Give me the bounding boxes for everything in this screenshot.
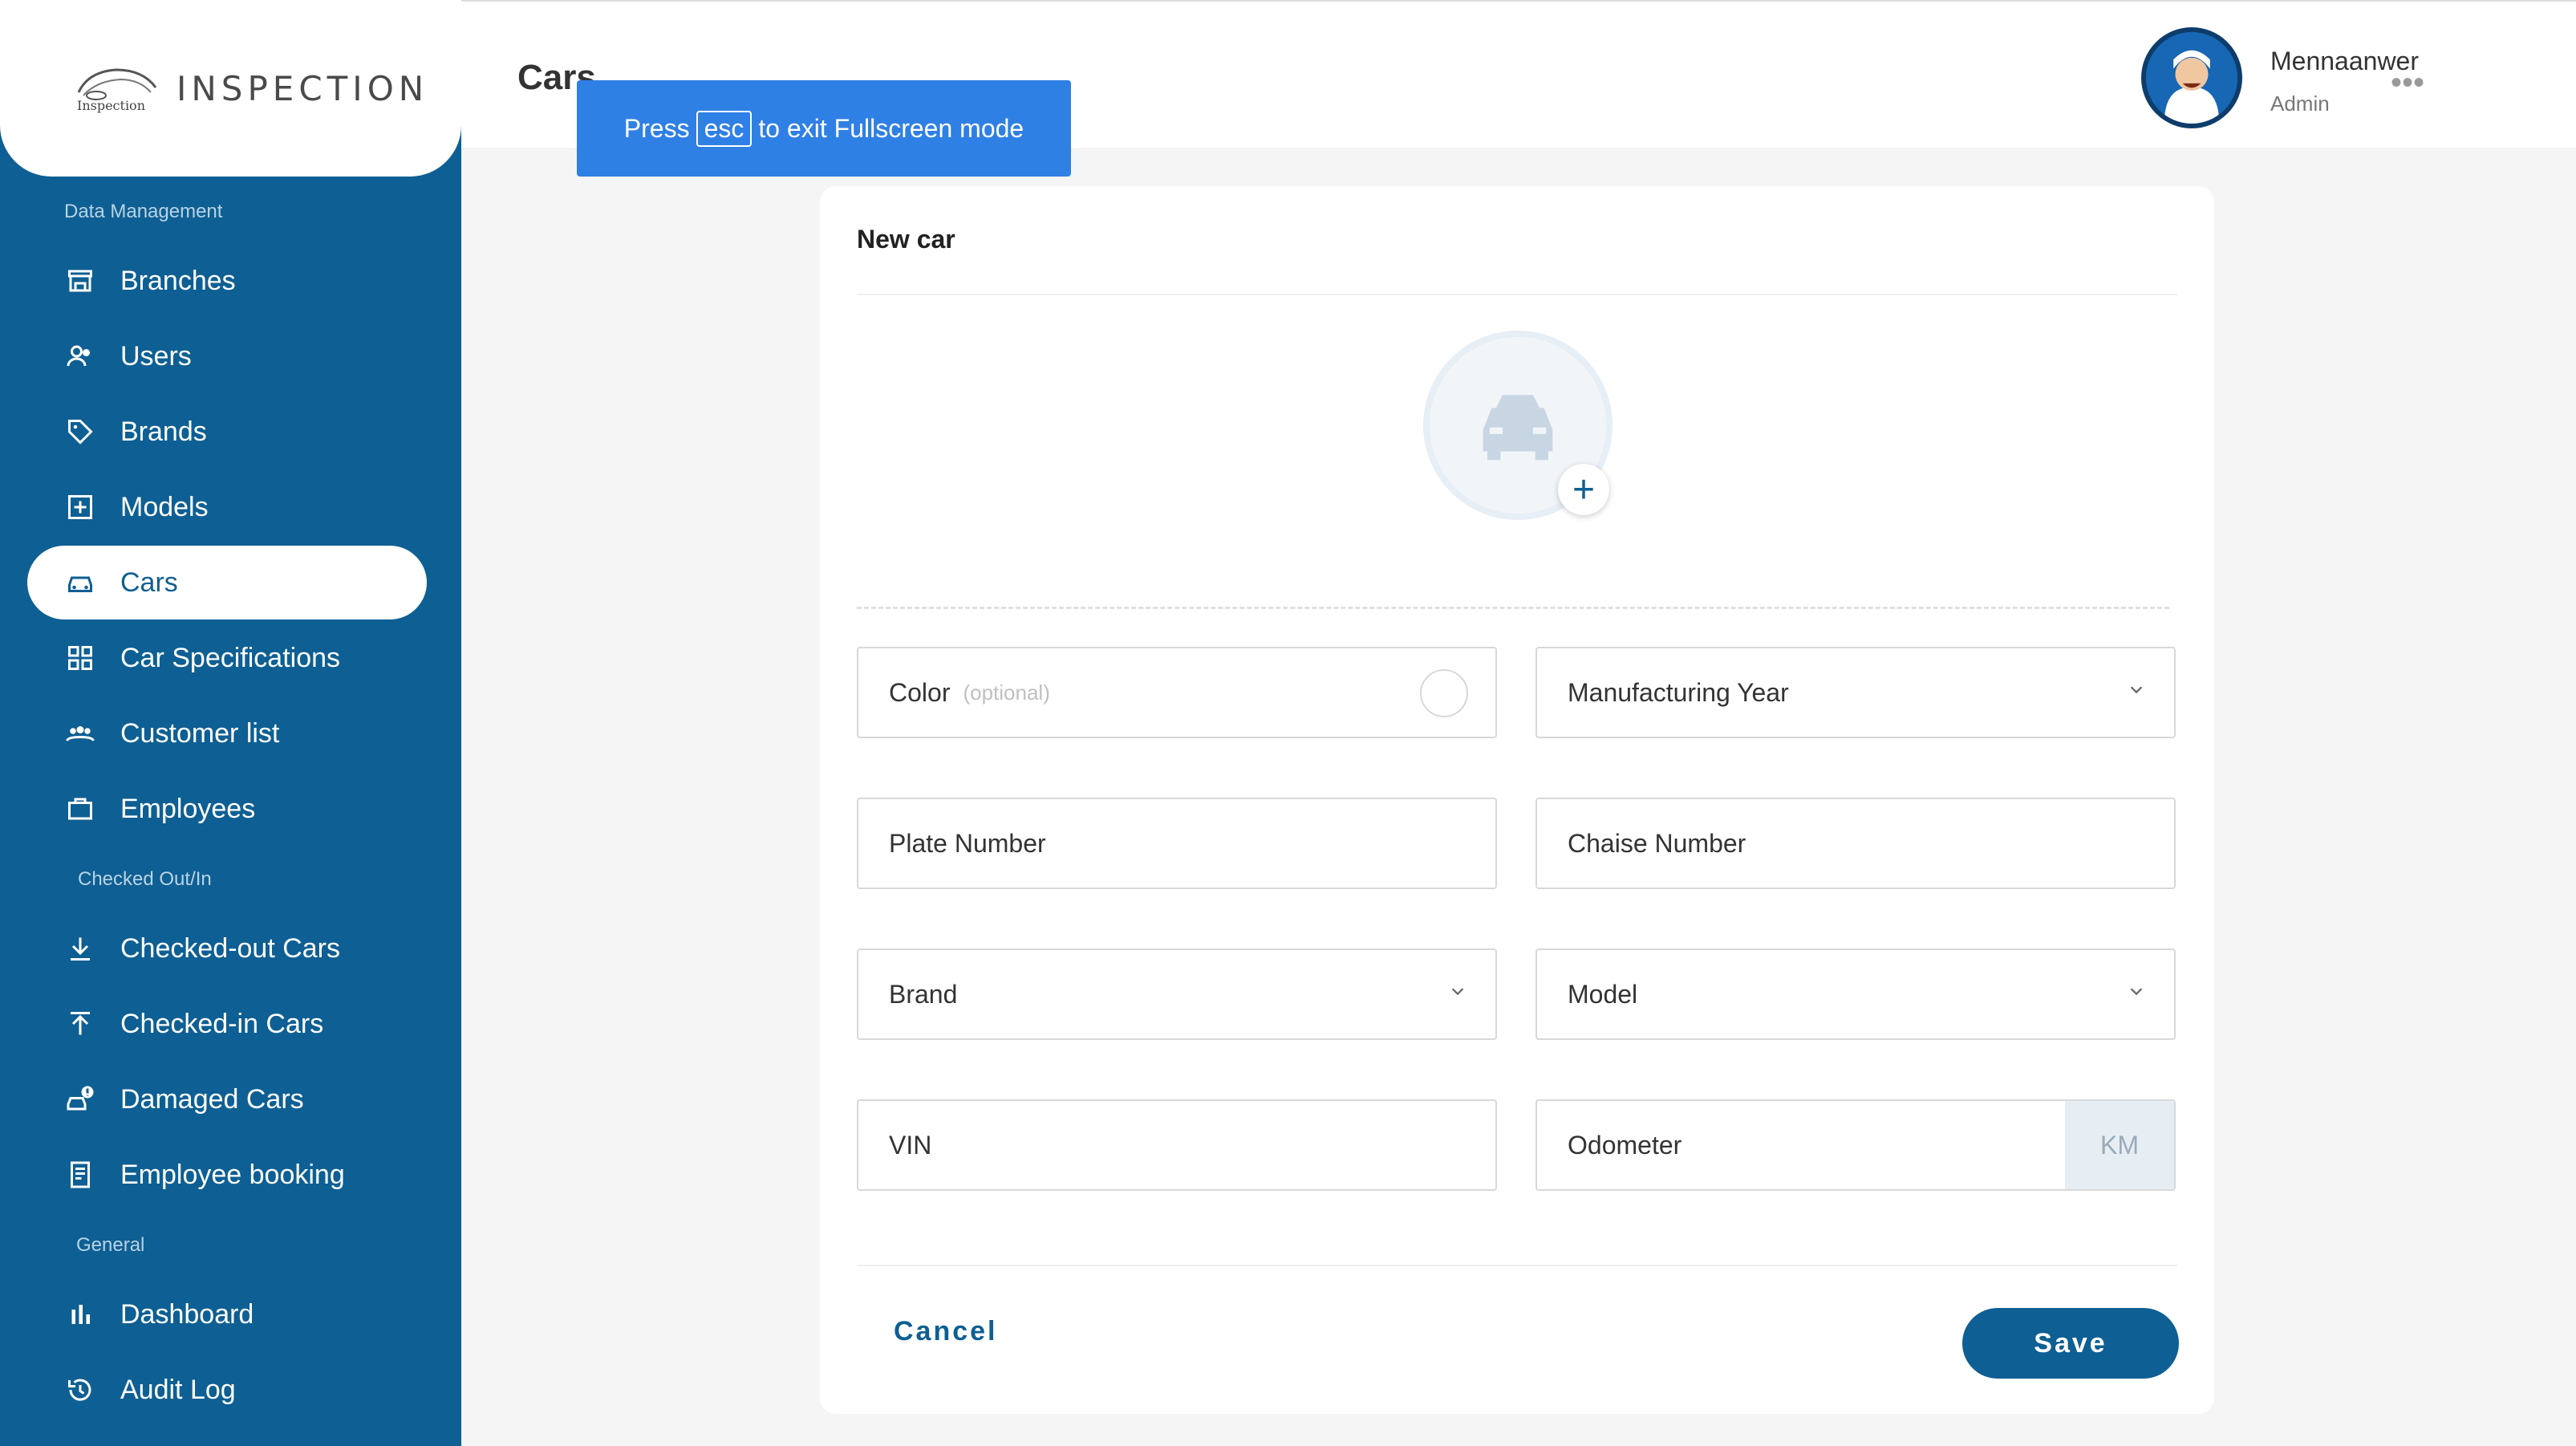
damaged-car-icon [64,1083,96,1115]
plate-number-placeholder: Plate Number [889,828,1046,858]
sidebar-item-branches[interactable]: Branches [27,244,427,318]
store-icon [64,265,96,297]
sidebar-item-checked-in-cars[interactable]: Checked-in Cars [27,987,427,1061]
grid-icon [64,642,96,674]
toast-text-before: Press [623,113,690,143]
section-checked: Checked Out/In [78,868,212,890]
plate-number-input[interactable]: Plate Number [857,798,1497,889]
color-field[interactable]: Color (optional) [857,647,1497,738]
sidebar-item-damaged-cars[interactable]: Damaged Cars [27,1062,427,1136]
toast-key: esc [696,110,753,147]
vin-placeholder: VIN [889,1130,932,1160]
sidebar-item-label: Brands [120,416,207,447]
sidebar-item-checked-out-cars[interactable]: Checked-out Cars [27,912,427,985]
sidebar-item-models[interactable]: Models [27,470,427,544]
sidebar-item-brands[interactable]: Brands [27,395,427,469]
odometer-input[interactable]: Odometer KM [1535,1099,2176,1191]
more-options-button[interactable]: ••• [2383,63,2432,103]
section-general: General [76,1234,145,1256]
sidebar-item-label: Car Specifications [120,642,341,673]
cancel-button[interactable]: Cancel [894,1316,998,1347]
sidebar-item-label: Users [120,340,192,372]
tag-icon [64,416,96,448]
sidebar-item-label: Damaged Cars [120,1083,304,1115]
users-icon [64,340,96,372]
history-icon [64,1374,96,1406]
user-role: Admin [2270,91,2330,116]
sidebar-item-customer-list[interactable]: Customer list [27,697,427,770]
add-image-button[interactable]: + [1558,464,1609,515]
toast-text-after: to exit Fullscreen mode [758,113,1024,143]
brand-select[interactable]: Brand [857,948,1497,1040]
sidebar-item-label: Branches [120,265,236,296]
sidebar-item-cars[interactable]: Cars [27,546,427,619]
sidebar-item-label: Employee booking [120,1159,345,1190]
dashed-divider [857,607,2169,609]
car-icon [64,567,96,599]
manufacturing-year-placeholder: Manufacturing Year [1568,677,1789,707]
sidebar-item-label: Customer list [120,717,280,749]
odometer-unit: KM [2065,1101,2174,1189]
brand-placeholder: Brand [889,979,958,1009]
sidebar-item-audit-log[interactable]: Audit Log [27,1353,427,1427]
sidebar-item-label: Checked-in Cars [120,1008,324,1039]
briefcase-icon [64,793,96,825]
sidebar-item-label: Models [120,491,209,522]
footer-divider [857,1265,2177,1266]
download-icon [64,932,96,965]
fullscreen-toast: Press esc to exit Fullscreen mode [577,80,1071,177]
logo-card: Inspection INSPECTION [0,0,461,177]
svg-text:Inspection: Inspection [77,98,145,113]
model-icon [64,491,96,523]
sidebar-item-label: Employees [120,793,256,824]
chevron-down-icon [2130,988,2143,996]
color-label: Color [889,677,951,707]
sidebar-item-label: Cars [120,567,178,598]
form-title: New car [857,225,955,254]
chevron-down-icon [2130,686,2143,694]
logo-text: INSPECTION [176,68,429,108]
bar-chart-icon [64,1298,96,1330]
logo-car-icon: Inspection [77,68,157,113]
group-icon [64,717,96,749]
manufacturing-year-select[interactable]: Manufacturing Year [1535,647,2176,738]
header-divider [857,294,2177,295]
sidebar-item-users[interactable]: Users [27,319,427,393]
booking-icon [64,1159,96,1191]
car-placeholder-icon [1483,395,1553,461]
sidebar-item-employee-booking[interactable]: Employee booking [27,1138,427,1212]
section-data-management: Data Management [64,201,223,222]
sidebar-item-label: Dashboard [120,1298,254,1330]
sidebar-item-dashboard[interactable]: Dashboard [27,1277,427,1351]
chaise-number-input[interactable]: Chaise Number [1535,798,2176,889]
sidebar-item-employees[interactable]: Employees [27,772,427,846]
save-button[interactable]: Save [1962,1308,2179,1379]
optional-hint: (optional) [963,680,1050,705]
vin-input[interactable]: VIN [857,1099,1497,1191]
color-swatch[interactable] [1420,669,1468,717]
sidebar-item-car-specifications[interactable]: Car Specifications [27,621,427,695]
new-car-form: New car + Color (optional) Manufacturing… [820,186,2214,1414]
sidebar: Inspection INSPECTION Data Management Br… [0,0,461,1446]
upload-icon [64,1008,96,1040]
model-select[interactable]: Model [1535,948,2176,1040]
avatar[interactable] [2141,27,2242,128]
model-placeholder: Model [1568,979,1638,1009]
sidebar-item-label: Checked-out Cars [120,932,341,964]
avatar-portrait-icon [2146,32,2237,124]
odometer-placeholder: Odometer [1568,1130,1682,1160]
chevron-down-icon [1451,988,1464,996]
chaise-number-placeholder: Chaise Number [1568,828,1746,858]
sidebar-item-label: Audit Log [120,1374,236,1405]
